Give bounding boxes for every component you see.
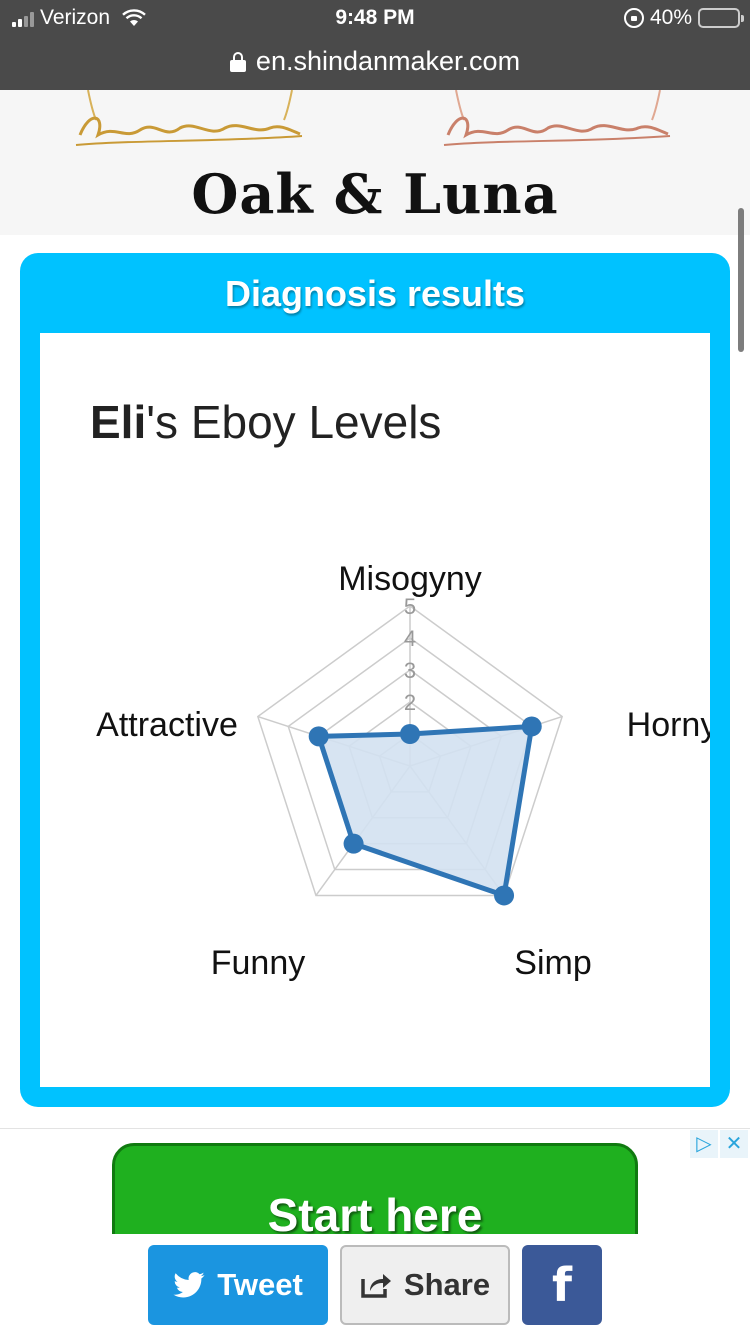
tweet-button[interactable]: Tweet [148,1245,328,1325]
share-label: Share [403,1267,491,1302]
brand-logo: Oak & Luna [191,162,559,226]
address-bar[interactable]: en.shindanmaker.com [0,40,750,82]
radar-axis-label: Attractive [96,706,238,744]
twitter-bird-icon [173,1272,205,1298]
radar-tick-label: 2 [404,690,416,715]
share-button[interactable]: Share [340,1245,510,1325]
facebook-button[interactable]: f [522,1245,602,1325]
adchoices-icon[interactable]: ▷ [690,1130,718,1158]
page-scrollbar[interactable] [738,208,744,352]
tweet-label: Tweet [217,1267,303,1302]
battery-percent: 40% [649,6,692,29]
padlock-icon [229,52,246,72]
battery-icon [698,8,744,28]
result-card-body: Eli's Eboy Levels 2 3 4 5 Misogyny Horny Simp F… [40,333,710,1087]
banner-ad[interactable]: Oak & Luna [0,90,750,235]
radar-point [494,885,515,906]
orientation-lock-icon [623,8,644,28]
radar-point [521,716,542,737]
status-bar: Verizon 9:48 PM 40% [0,0,750,40]
bottom-ad[interactable]: ▷ ✕ Start here [0,1128,750,1234]
result-card: Diagnosis results Eli's Eboy Levels 2345… [20,253,730,1107]
radar-tick-label: 3 [404,658,416,683]
browser-top-bar: Verizon 9:48 PM 40% en.shindanmaker.com [0,0,750,90]
close-icon[interactable]: ✕ [720,1130,748,1158]
ad-badge[interactable]: ▷ ✕ [690,1130,748,1158]
share-arrow-icon [361,1274,391,1298]
facebook-icon: f [551,1258,572,1312]
radar-axis-label: Horny [627,706,710,744]
battery-group: 40% [623,6,744,30]
radar-chart: 2345MisogynyHornySimpFunnyAttractive [96,560,710,982]
radar-point [343,833,364,854]
start-here-button[interactable]: Start here [112,1143,638,1234]
radar-axis-label: Misogyny [338,560,482,598]
necklace-image-rose [443,90,671,146]
share-bar: Tweet Share f [0,1234,750,1334]
radar-axis-label: Simp [514,944,591,982]
radar-point [308,726,329,747]
radar-point [400,724,420,744]
result-card-header: Diagnosis results [224,273,526,314]
radar-tick-label: 4 [404,626,416,651]
url-text[interactable]: en.shindanmaker.com [256,46,520,77]
radar-axis-label: Funny [211,944,306,982]
necklace-image-gold [75,90,303,146]
